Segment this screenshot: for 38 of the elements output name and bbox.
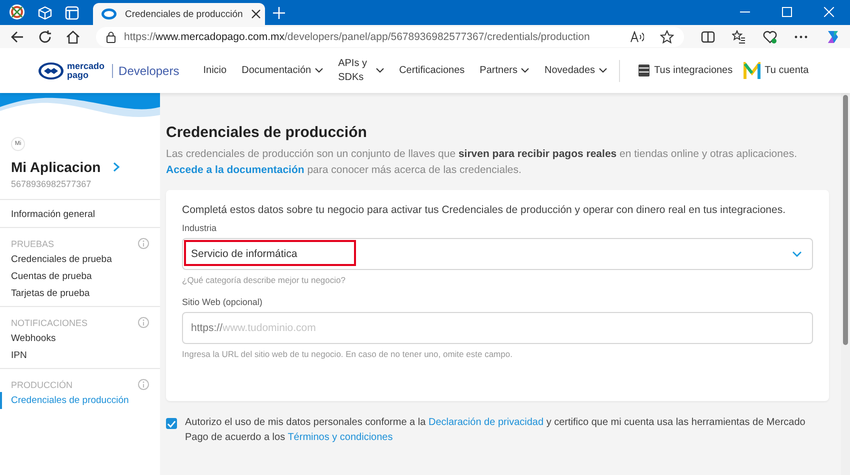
app-name[interactable]: Mi Aplicacion xyxy=(11,159,149,175)
industry-select[interactable]: Servicio de informática xyxy=(182,238,813,270)
consent-text: Autorizo el uso de mis datos personales conforme a la Declaración de privacidad y certifico que mi cuenta usa las herramientas de Mercado Pago de acuerdo a los Términos y condiciones xyxy=(185,416,806,445)
nav-link[interactable]: APIs y SDKs xyxy=(338,56,384,84)
sidebar-item[interactable]: IPN xyxy=(0,347,149,364)
field-hint: ¿Qué categoría describe mejor tu negocio? xyxy=(182,275,346,285)
nav-link[interactable]: Novedades xyxy=(544,65,608,76)
nav-link[interactable]: Inicio xyxy=(203,65,227,76)
page-title: Credenciales de producción xyxy=(166,124,368,141)
url-text: https://www.mercadopago.com.mx/developers/panel/app/5678936982577367/credentials/production xyxy=(124,30,590,42)
integrations-link[interactable]: Tus integraciones xyxy=(638,64,733,77)
sidebar-item[interactable]: Webhooks xyxy=(0,330,149,347)
browser-tab[interactable]: Credenciales de producción xyxy=(93,3,265,25)
sidebar-item[interactable]: Credenciales de prueba xyxy=(0,251,149,268)
section-heading: PRUEBAS xyxy=(11,238,54,248)
section-heading: NOTIFICACIONES xyxy=(11,318,88,328)
url-prefix: https:// xyxy=(191,322,223,334)
sidebar-item[interactable]: Información general xyxy=(0,206,149,223)
brand-name: mercado xyxy=(67,62,105,70)
form-instructions: Completá estos datos sobre tu negocio para activar tus Credenciales de producción y operar con dinero real en tus integraciones. xyxy=(182,204,787,216)
url-field[interactable]: https://www.tudominio.com xyxy=(182,312,813,344)
app-id: 5678936982577367 xyxy=(11,179,92,189)
nav-link[interactable]: Documentación xyxy=(242,65,324,76)
section-name: Developers xyxy=(112,64,180,78)
sidebar-item[interactable]: Tarjetas de prueba xyxy=(0,285,149,302)
tab-title: Credenciales de producción xyxy=(125,8,243,20)
section-heading: PRODUCCIÓN xyxy=(11,380,73,390)
field-label: Industria xyxy=(182,223,218,233)
nav-link[interactable]: Certificaciones xyxy=(399,65,465,76)
nav-link[interactable]: Partners xyxy=(480,65,530,76)
sidebar-item[interactable]: Credenciales de producción xyxy=(0,392,149,409)
description-text: Las credenciales de producción son un conjunto de llaves que sirven para recibir pagos reales en tiendas online y otras aplicaciones. Accede a la documentación para conocer más acerca de las credenciales. xyxy=(166,147,798,178)
sidebar-item[interactable]: Cuentas de prueba xyxy=(0,268,149,285)
account-link[interactable]: Tu cuenta xyxy=(742,62,809,80)
field-hint: Ingresa la URL del sitio web de tu negocio. En caso de no tener uno, omite este campo. xyxy=(182,349,514,359)
field-label: Sitio Web (opcional) xyxy=(182,297,264,307)
address-field[interactable]: https://www.mercadopago.com.mx/developers/panel/app/5678936982577367/credentials/production xyxy=(96,26,684,46)
brand-name: pago xyxy=(67,70,90,80)
